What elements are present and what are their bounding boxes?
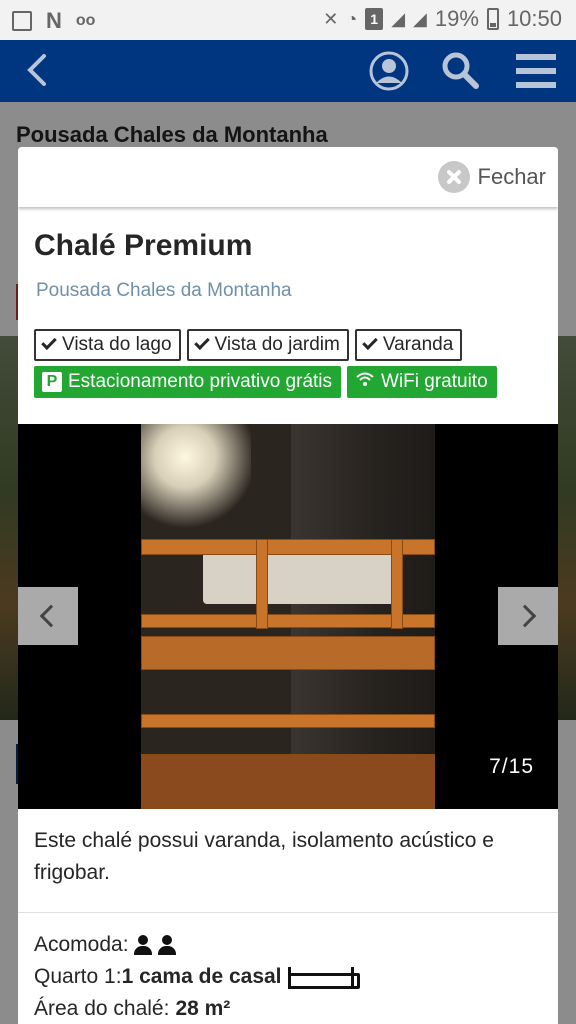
voicemail-icon: oo <box>75 12 96 29</box>
facilities-row: Vista do lago Vista do jardim Varanda <box>34 329 554 361</box>
green-facilities-row: P Estacionamento privativo grátis WiFi g… <box>34 366 554 398</box>
divider <box>18 912 558 913</box>
checkmark-icon <box>193 334 210 350</box>
room-photo <box>141 424 435 809</box>
facilities-list: Vista do lago Vista do jardim Varanda P … <box>34 329 554 403</box>
wifi-icon <box>355 370 375 394</box>
parking-tag: P Estacionamento privativo grátis <box>34 366 342 398</box>
battery-percent: 19% <box>434 6 479 31</box>
status-bar: N oo ✕ ◔ 1 ◢ ◢ 19% 10:50 <box>0 0 576 40</box>
photo-rail <box>141 714 435 728</box>
wifi-status-icon: ◔ <box>346 8 358 29</box>
checkmark-icon <box>41 334 57 350</box>
wifi-tag: WiFi gratuito <box>347 366 497 398</box>
modal-header: Fechar <box>18 147 558 207</box>
profile-icon[interactable] <box>368 50 410 92</box>
facility-tag: Vista do lago <box>34 329 181 361</box>
accommodates-row: Acomoda: <box>34 929 544 961</box>
battery-icon <box>486 8 499 30</box>
facility-label: Vista do lago <box>62 334 172 355</box>
double-bed-icon <box>287 965 360 989</box>
chevron-left-icon <box>39 604 63 628</box>
close-button[interactable]: Fechar <box>437 159 546 195</box>
bed-type: 1 cama de casal <box>121 965 282 988</box>
n-notification-icon: N <box>46 8 62 33</box>
facility-label: Estacionamento privativo grátis <box>68 371 333 392</box>
room-label: Quarto 1: <box>34 965 122 988</box>
gallery-notification-icon <box>12 11 32 31</box>
facility-tag: Varanda <box>354 329 463 361</box>
previous-photo-button[interactable] <box>18 587 78 645</box>
facility-label: Vista do jardim <box>214 334 340 355</box>
photo-beam <box>141 636 435 670</box>
photo-gallery[interactable]: 7/15 <box>18 424 558 809</box>
person-icon <box>157 935 177 955</box>
close-label: Fechar <box>477 164 546 189</box>
signal-icon-2: ◢ <box>413 8 427 29</box>
menu-icon[interactable] <box>514 52 558 90</box>
bed-row: Quarto 1: 1 cama de casal <box>34 961 544 993</box>
parking-icon: P <box>42 372 62 392</box>
room-description: Este chalé possui varanda, isolamento ac… <box>34 829 494 884</box>
status-left-icons: N oo <box>12 8 95 34</box>
back-arrow-icon[interactable] <box>20 50 60 90</box>
area-row: Área do chalé: 28 m² <box>34 993 544 1024</box>
app-bar <box>0 40 576 102</box>
facility-label: WiFi gratuito <box>381 371 488 392</box>
hotel-name-link[interactable]: Pousada Chales da Montanha <box>36 280 292 302</box>
status-right-icons: ✕ ◔ 1 ◢ ◢ 19% 10:50 <box>323 6 562 32</box>
chevron-right-icon <box>513 604 537 628</box>
area-value: 28 m² <box>175 997 231 1020</box>
facility-label: Varanda <box>382 334 454 355</box>
signal-icon: ◢ <box>391 8 406 29</box>
room-details: Acomoda: Quarto 1: 1 cama de casal Área … <box>34 929 544 1024</box>
facility-tag: Vista do jardim <box>186 329 349 361</box>
room-details-modal: Fechar Chalé Premium Pousada Chales da M… <box>18 147 558 1024</box>
mute-icon: ✕ <box>323 8 339 29</box>
checkmark-icon <box>362 334 378 350</box>
photo-post <box>256 539 268 629</box>
search-icon[interactable] <box>440 50 480 90</box>
accommodates-label: Acomoda: <box>34 933 129 956</box>
next-photo-button[interactable] <box>498 587 558 645</box>
sim-icon: 1 <box>365 8 384 30</box>
photo-chandelier <box>141 424 251 534</box>
clock: 10:50 <box>506 6 562 31</box>
photo-counter: 7/15 <box>489 755 534 778</box>
person-icon <box>133 935 153 955</box>
photo-rail <box>141 754 435 809</box>
photo-post <box>391 539 403 629</box>
area-label: Área do chalé: <box>34 997 170 1020</box>
photo-bed <box>203 552 403 604</box>
close-icon <box>437 161 470 193</box>
room-title: Chalé Premium <box>34 229 253 262</box>
